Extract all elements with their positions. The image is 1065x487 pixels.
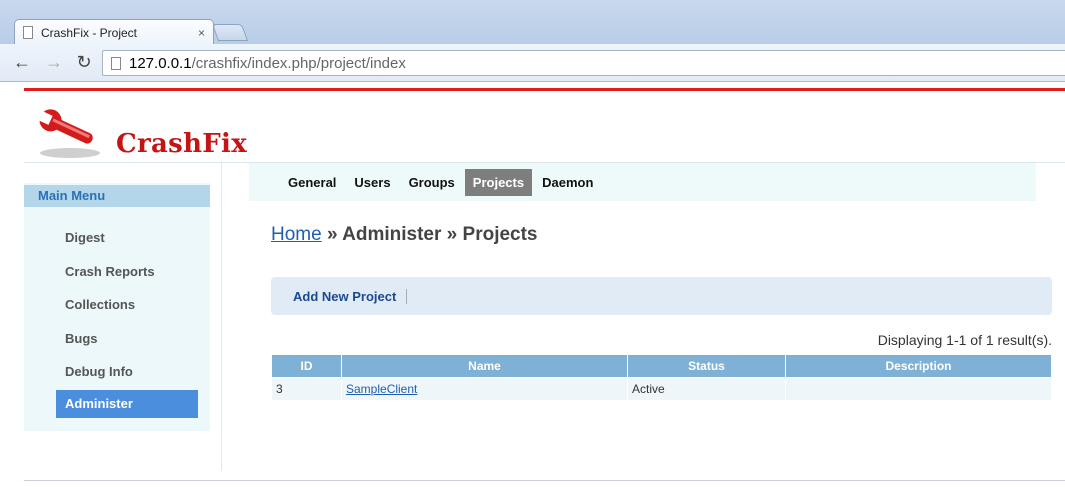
tab-title: CrashFix - Project — [41, 25, 138, 40]
column-header-id[interactable]: ID — [271, 354, 342, 378]
breadcrumb-separator: » — [446, 224, 458, 245]
sidebar-item-debug-info[interactable]: Debug Info — [56, 358, 198, 386]
cell-id: 3 — [271, 377, 342, 401]
breadcrumb-administer: Administer — [342, 224, 442, 245]
crashfix-logo[interactable]: CrashFix — [36, 103, 256, 163]
url-host: 127.0.0.1 — [129, 54, 192, 72]
page-icon — [111, 56, 121, 70]
url-path: /crashfix/index.php/project/index — [191, 54, 406, 72]
column-header-name[interactable]: Name — [341, 354, 628, 378]
projects-table: ID Name Status Description 3 SampleClien… — [271, 354, 1052, 401]
action-bar: Add New Project — [271, 277, 1052, 315]
page: CrashFix General Users Groups Projects Daemo… — [24, 83, 1065, 487]
table-row: 3 SampleClient Active — [271, 377, 1052, 401]
browser-toolbar: ← → ↻ 127.0.0.1/crashfix/index.php/proje… — [0, 44, 1065, 82]
cell-status: Active — [627, 377, 786, 401]
browser-tabstrip: CrashFix - Project × — [0, 0, 1065, 45]
column-header-description[interactable]: Description — [785, 354, 1052, 378]
results-summary: Displaying 1-1 of 1 result(s). — [877, 332, 1052, 348]
top-menu: General Users Groups Projects Daemon — [249, 163, 1036, 201]
table-header-row: ID Name Status Description — [271, 354, 1052, 378]
top-menu-item-general[interactable]: General — [280, 169, 344, 196]
sidebar-divider — [221, 163, 222, 471]
logo-text: CrashFix — [116, 129, 248, 159]
top-menu-item-projects[interactable]: Projects — [464, 168, 533, 196]
sidebar-item-administer[interactable]: Administer — [56, 390, 198, 418]
breadcrumb-home-link[interactable]: Home — [271, 224, 322, 245]
sidebar-item-collections[interactable]: Collections — [56, 291, 198, 319]
cell-description — [785, 377, 1052, 401]
project-link[interactable]: SampleClient — [346, 382, 417, 396]
sidebar: Main Menu Digest Crash Reports Collections… — [24, 183, 210, 431]
sidebar-item-bugs[interactable]: Bugs — [56, 325, 198, 353]
sidebar-item-digest[interactable]: Digest — [56, 224, 198, 252]
footer-divider — [24, 480, 1065, 481]
sidebar-item-crash-reports[interactable]: Crash Reports — [56, 258, 198, 286]
page-icon — [23, 26, 33, 39]
address-bar[interactable]: 127.0.0.1/crashfix/index.php/project/ind… — [102, 50, 1065, 76]
reload-icon[interactable]: ↻ — [72, 50, 96, 74]
new-tab-button[interactable] — [211, 24, 249, 41]
breadcrumb-projects: Projects — [462, 224, 538, 245]
cell-name: SampleClient — [341, 377, 628, 401]
top-menu-item-groups[interactable]: Groups — [401, 169, 463, 196]
top-menu-item-users[interactable]: Users — [346, 169, 398, 196]
breadcrumb: Home » Administer » Projects — [271, 224, 538, 246]
back-arrow-icon[interactable]: ← — [10, 50, 34, 74]
wrench-icon — [37, 109, 100, 158]
browser-tab[interactable]: CrashFix - Project × — [14, 19, 214, 45]
top-menu-item-daemon[interactable]: Daemon — [534, 169, 601, 196]
breadcrumb-separator: » — [326, 224, 338, 245]
header-accent-line — [24, 88, 1065, 91]
close-icon[interactable]: × — [198, 26, 205, 40]
sidebar-title: Main Menu — [24, 185, 210, 207]
forward-arrow-icon[interactable]: → — [42, 50, 66, 74]
column-header-status[interactable]: Status — [627, 354, 786, 378]
add-new-project-link[interactable]: Add New Project — [293, 288, 408, 304]
